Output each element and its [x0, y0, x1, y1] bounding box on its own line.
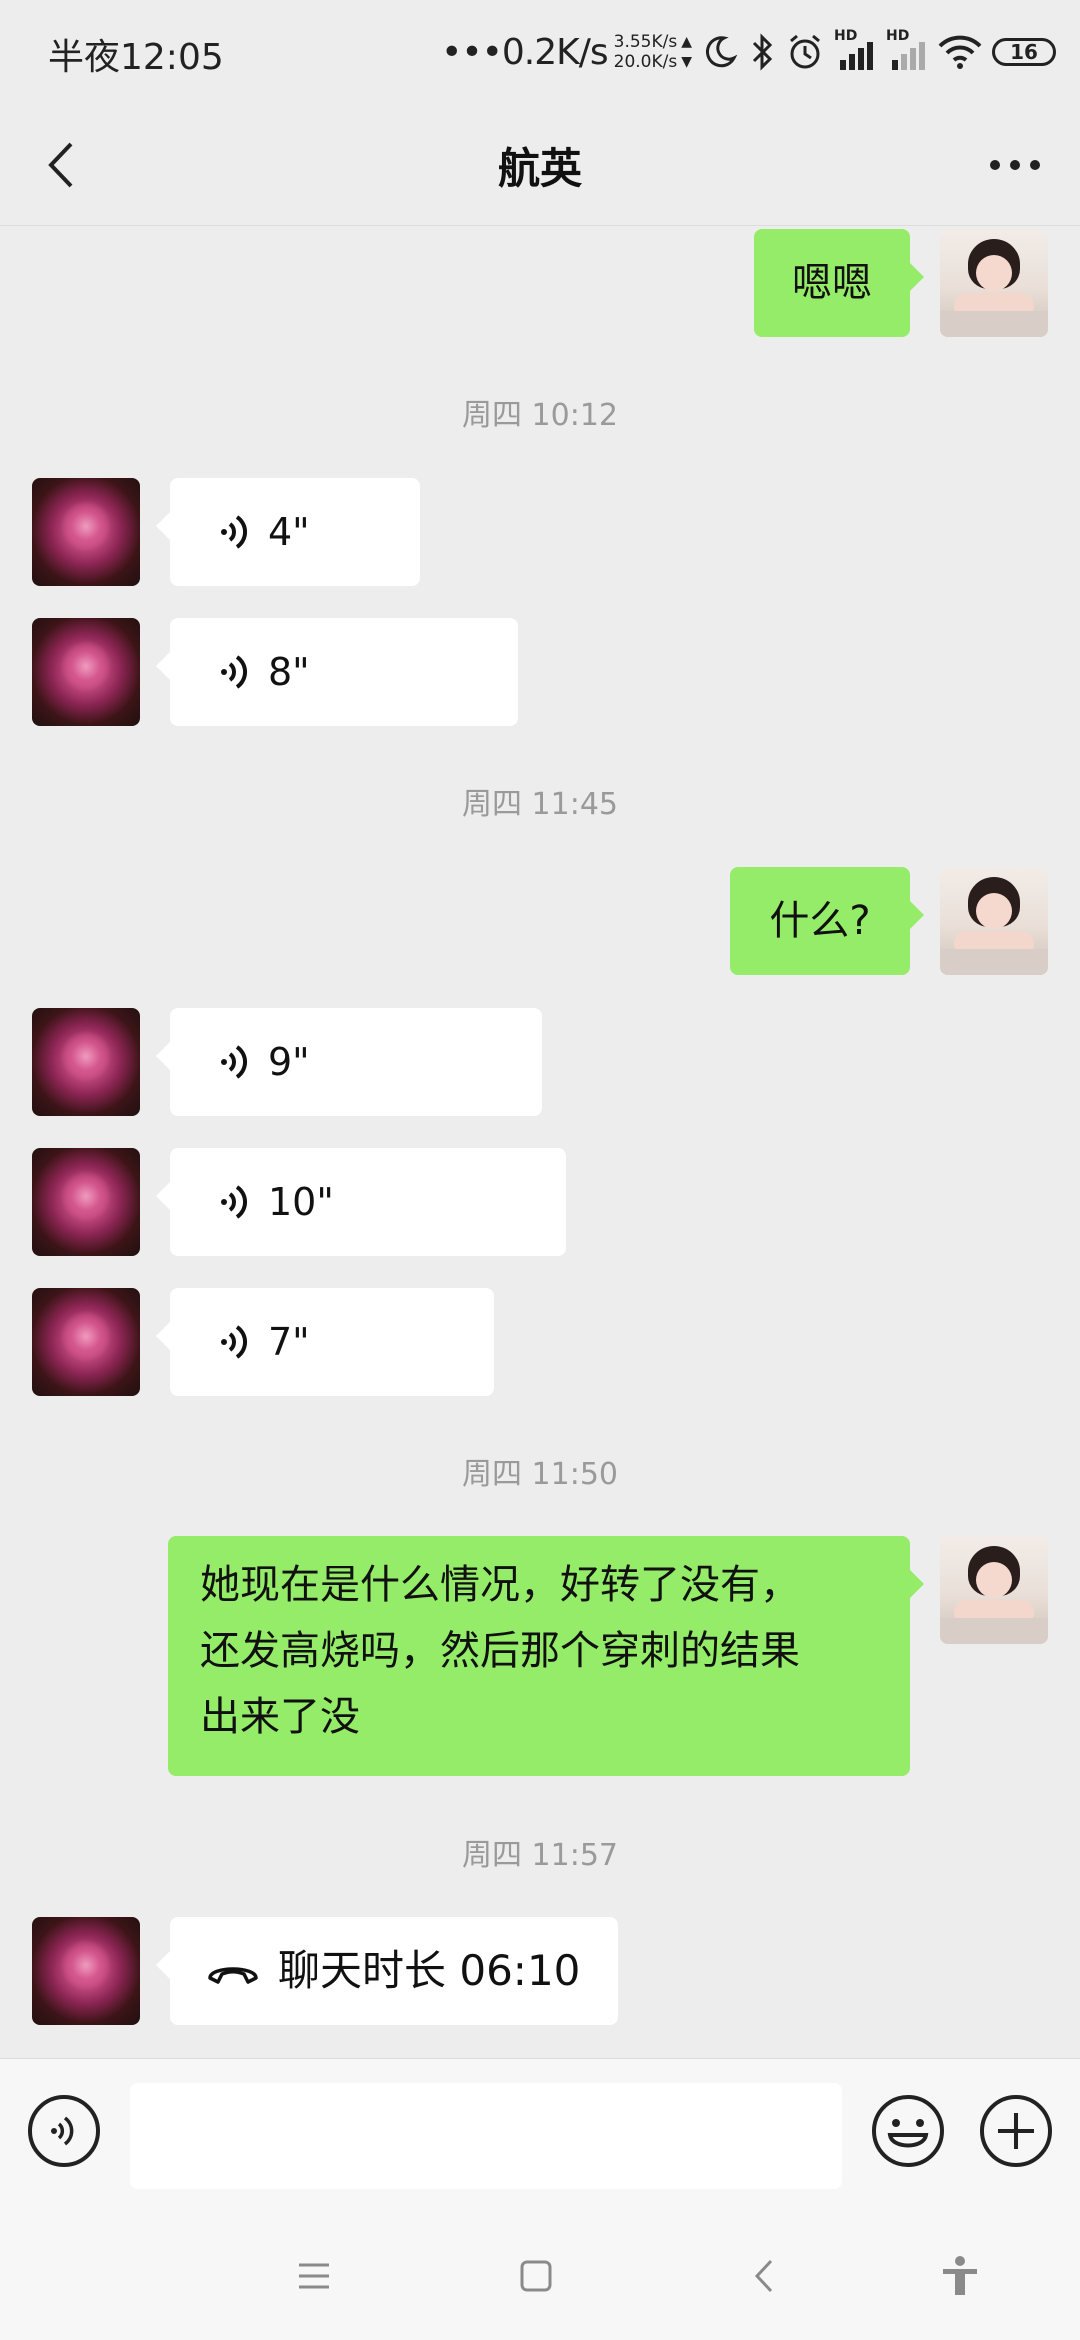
chat-title: 航英 — [497, 144, 582, 193]
timestamp: 周四 11:50 — [462, 1457, 618, 1492]
my-avatar[interactable] — [940, 1536, 1048, 1644]
contact-avatar[interactable] — [32, 618, 140, 726]
voice-message-bubble[interactable]: 8" — [156, 618, 518, 726]
voice-message-bubble[interactable]: 10" — [156, 1148, 566, 1256]
emoji-button[interactable] — [870, 2093, 946, 2169]
voice-wave-icon — [221, 1325, 247, 1359]
moon-icon — [705, 36, 738, 68]
voice-duration: 8" — [268, 650, 310, 694]
voice-duration: 10" — [268, 1180, 334, 1224]
upload-arrow-icon: ▲ — [681, 34, 692, 50]
contact-avatar[interactable] — [32, 1148, 140, 1256]
voice-duration: 9" — [268, 1040, 310, 1084]
contact-avatar[interactable] — [32, 1917, 140, 2025]
voice-message-bubble[interactable]: 9" — [156, 1008, 542, 1116]
download-arrow-icon: ▼ — [681, 54, 692, 70]
menu-nav-button[interactable] — [284, 2246, 344, 2306]
voice-wave-icon — [221, 1185, 247, 1219]
message-text: 嗯嗯 — [792, 260, 872, 306]
my-avatar[interactable] — [940, 229, 1048, 337]
message-line: 还发高烧吗，然后那个穿刺的结果 — [200, 1628, 800, 1674]
more-functions-button[interactable] — [978, 2093, 1054, 2169]
plus-icon — [980, 2095, 1052, 2167]
chat-header: 航英 — [0, 105, 1080, 226]
timestamp: 周四 10:12 — [462, 398, 618, 433]
smiley-icon — [872, 2095, 944, 2167]
chevron-left-icon — [754, 2259, 773, 2293]
square-icon — [520, 2260, 552, 2292]
voice-message-bubble[interactable]: 4" — [156, 478, 420, 586]
phone-icon — [208, 1967, 258, 1984]
timestamp: 周四 11:45 — [462, 787, 618, 822]
call-duration-text: 聊天时长 06:10 — [278, 1946, 581, 1995]
signal-2-icon: HD — [886, 28, 928, 72]
more-dots-icon — [990, 160, 1040, 170]
voice-duration: 4" — [268, 510, 310, 554]
message-line: 她现在是什么情况，好转了没有， — [200, 1562, 800, 1608]
back-nav-button[interactable] — [734, 2246, 794, 2306]
contact-avatar[interactable] — [32, 478, 140, 586]
wifi-icon — [938, 35, 982, 69]
input-bar — [0, 2058, 1080, 2211]
voice-duration: 7" — [268, 1320, 310, 1364]
outgoing-message-bubble[interactable]: 嗯嗯 — [754, 229, 924, 337]
upload-speed: 3.55K/s — [613, 32, 678, 52]
hamburger-icon — [299, 2263, 329, 2289]
system-nav-bar — [0, 2210, 1080, 2340]
voice-wave-icon — [221, 655, 247, 689]
status-time: 半夜12:05 — [48, 37, 224, 78]
my-avatar[interactable] — [940, 867, 1048, 975]
voice-message-bubble[interactable]: 7" — [156, 1288, 494, 1396]
network-speed: •••0.2K/s — [441, 31, 608, 73]
battery-indicator: 16 — [992, 38, 1056, 66]
more-options-button[interactable] — [980, 135, 1050, 195]
call-record-bubble[interactable]: 聊天时长 06:10 — [156, 1917, 618, 2025]
message-text: 什么? — [769, 898, 871, 944]
contact-avatar[interactable] — [32, 1288, 140, 1396]
bluetooth-icon — [752, 33, 773, 71]
status-icons: •••0.2K/s 3.55K/s ▲ 20.0K/s ▼ HD HD 16 — [441, 22, 1056, 82]
download-speed: 20.0K/s — [613, 52, 678, 72]
message-line: 出来了没 — [200, 1694, 360, 1740]
voice-wave-icon — [221, 1045, 247, 1079]
accessibility-icon — [943, 2256, 977, 2295]
message-input[interactable] — [130, 2083, 842, 2189]
outgoing-message-bubble[interactable]: 什么? — [730, 867, 924, 975]
voice-input-toggle[interactable] — [28, 2095, 100, 2167]
status-bar: 半夜12:05 •••0.2K/s 3.55K/s ▲ 20.0K/s ▼ HD H… — [0, 0, 1080, 105]
timestamp: 周四 11:57 — [462, 1838, 618, 1873]
home-nav-button[interactable] — [506, 2246, 566, 2306]
accessibility-nav-button[interactable] — [930, 2246, 990, 2306]
speed-detail: 3.55K/s ▲ 20.0K/s ▼ — [614, 32, 692, 72]
contact-avatar[interactable] — [32, 1008, 140, 1116]
outgoing-message-bubble[interactable]: 她现在是什么情况，好转了没有， 还发高烧吗，然后那个穿刺的结果 出来了没 — [168, 1536, 924, 1776]
voice-wave-icon — [221, 515, 247, 549]
signal-icon: HD — [834, 28, 876, 72]
chat-area[interactable]: 嗯嗯 周四 10:12 4" 8" 周四 11:45 什么? 9" 10" 7"… — [0, 226, 1080, 2058]
voice-wave-icon — [51, 2116, 74, 2146]
alarm-icon — [790, 34, 820, 69]
